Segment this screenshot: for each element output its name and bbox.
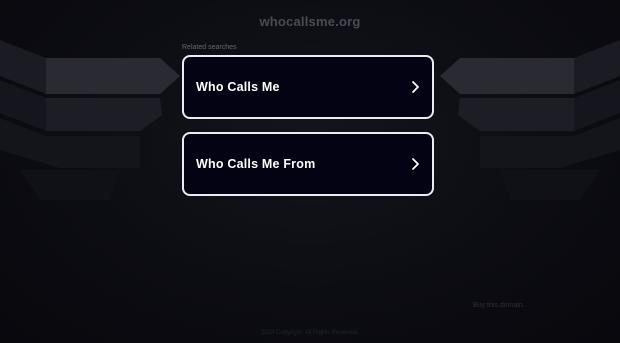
- chevron-right-icon: [412, 81, 419, 93]
- domain-title: whocallsme.org: [259, 14, 361, 29]
- related-search-label: Who Calls Me From: [196, 157, 316, 171]
- chevron-right-icon: [412, 158, 419, 170]
- related-search-who-calls-me[interactable]: Who Calls Me: [182, 55, 434, 119]
- parked-domain-page: whocallsme.org Related searches Who Call…: [0, 0, 620, 343]
- buy-domain-link[interactable]: Buy this domain.: [473, 302, 525, 309]
- related-search-label: Who Calls Me: [196, 80, 280, 94]
- copyright-footer: 2024 Copyright. All Rights Reserved.: [260, 330, 360, 336]
- related-search-who-calls-me-from[interactable]: Who Calls Me From: [182, 132, 434, 196]
- related-searches-label: Related searches: [182, 44, 237, 51]
